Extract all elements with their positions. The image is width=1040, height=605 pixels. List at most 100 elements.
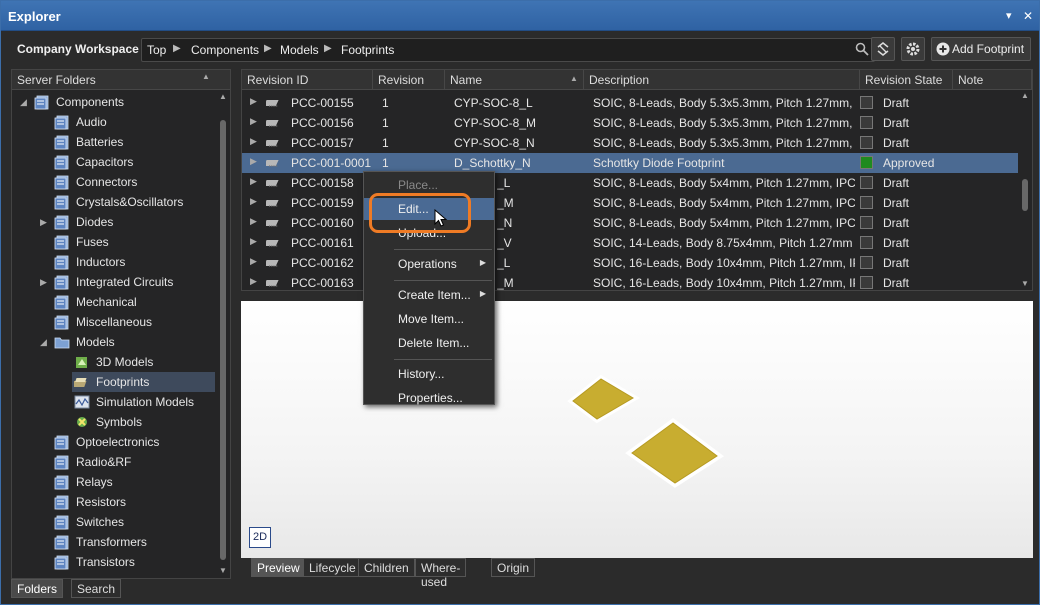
tree-item-mechanical[interactable]: Mechanical	[12, 292, 217, 312]
grid-scrollbar[interactable]: ▲ ▼	[1018, 91, 1032, 290]
collapse-icon[interactable]: ◢	[20, 97, 27, 108]
tab-where-used[interactable]: Where-used	[415, 558, 467, 589]
row-expand-icon[interactable]: ▶	[250, 156, 257, 167]
server-folders-header[interactable]: Server Folders ▲	[12, 70, 230, 90]
cell-revision-id: PCC-00159	[291, 196, 354, 210]
menu-item-operations[interactable]: Operations ▶	[364, 253, 494, 275]
tree-item-3d-models[interactable]: 3D Models	[12, 352, 217, 372]
tab-search[interactable]: Search	[71, 579, 122, 598]
workspace-selector[interactable]: Company Workspace ▼	[17, 42, 150, 56]
tree-item-transistors[interactable]: Transistors	[12, 552, 217, 572]
tree-item-relays[interactable]: Relays	[12, 472, 217, 492]
column-header-description[interactable]: Description	[584, 70, 860, 90]
row-expand-icon[interactable]: ▶	[250, 236, 257, 247]
left-scroll-thumb[interactable]	[220, 120, 226, 560]
grid-scroll-thumb[interactable]	[1022, 179, 1028, 211]
add-footprint-button[interactable]: Add Footprint	[931, 37, 1031, 61]
table-row[interactable]: ▶ PCC-00162 _L SOIC, 16-Leads, Body 10x4mm,…	[242, 253, 1018, 273]
tree-item-components[interactable]: ◢ Components	[12, 92, 217, 112]
menu-item-properties[interactable]: Properties...	[364, 387, 494, 409]
breadcrumb-top[interactable]: Top	[147, 43, 166, 57]
collapse-icon[interactable]: ◢	[40, 337, 47, 348]
tree-item-diodes[interactable]: ▶ Diodes	[12, 212, 217, 232]
row-expand-icon[interactable]: ▶	[250, 176, 257, 187]
tab-origin[interactable]: Origin	[491, 558, 536, 577]
tree-item-inductors[interactable]: Inductors	[12, 252, 217, 272]
cell-revision-id: PCC-00161	[291, 236, 354, 250]
tree-item-crystals-oscillators[interactable]: Crystals&Oscillators	[12, 192, 217, 212]
row-expand-icon[interactable]: ▶	[250, 216, 257, 227]
view-mode-2d-button[interactable]: 2D	[249, 527, 271, 548]
table-row[interactable]: ▶ PCC-00160 _N SOIC, 8-Leads, Body 5x4mm, P…	[242, 213, 1018, 233]
column-header-note[interactable]: Note	[953, 70, 1032, 90]
search-icon[interactable]	[855, 42, 869, 56]
table-row[interactable]: ▶ PCC-00161 _V SOIC, 14-Leads, Body 8.75x4m…	[242, 233, 1018, 253]
tree-item-radio-rf[interactable]: Radio&RF	[12, 452, 217, 472]
row-expand-icon[interactable]: ▶	[250, 136, 257, 147]
breadcrumb-footprints[interactable]: Footprints	[341, 43, 394, 57]
breadcrumb[interactable]: Top ▶ Components ▶ Models ▶ Footprints	[141, 38, 875, 62]
table-row[interactable]: ▶ PCC-00158 _L SOIC, 8-Leads, Body 5x4mm, P…	[242, 173, 1018, 193]
pin-dropdown-icon[interactable]: ▾	[1006, 9, 1012, 23]
table-row[interactable]: ▶ PCC-00156 1 CYP-SOC-8_M SOIC, 8-Leads, Bod…	[242, 113, 1018, 133]
tree-item-symbols[interactable]: Symbols	[12, 412, 217, 432]
expand-icon[interactable]: ▶	[40, 217, 47, 228]
settings-button[interactable]	[901, 37, 925, 61]
tree-item-label: Simulation Models	[96, 395, 195, 409]
menu-item-history[interactable]: History...	[364, 363, 494, 385]
tree-item-miscellaneous[interactable]: Miscellaneous	[12, 312, 217, 332]
scroll-down-icon[interactable]: ▼	[219, 566, 227, 575]
breadcrumb-components[interactable]: Components	[191, 43, 259, 57]
scroll-down-icon[interactable]: ▼	[1021, 279, 1029, 288]
row-expand-icon[interactable]: ▶	[250, 276, 257, 287]
menu-item-create-item[interactable]: Create Item... ▶	[364, 284, 494, 306]
tree-item-simulation-models[interactable]: Simulation Models	[12, 392, 217, 412]
row-expand-icon[interactable]: ▶	[250, 256, 257, 267]
tab-children[interactable]: Children	[358, 558, 415, 577]
column-header-name[interactable]: Name ▲	[445, 70, 584, 90]
cell-revision-id: PCC-00160	[291, 216, 354, 230]
footprint-icon	[266, 200, 279, 207]
tree-item-models[interactable]: ◢ Models	[12, 332, 217, 352]
table-row[interactable]: ▶ PCC-00155 1 CYP-SOC-8_L SOIC, 8-Leads, Bod…	[242, 93, 1018, 113]
column-header-revision-state[interactable]: Revision State	[860, 70, 953, 90]
menu-item-move-item[interactable]: Move Item...	[364, 308, 494, 330]
tab-folders[interactable]: Folders	[11, 579, 64, 598]
footprint-icon	[266, 160, 279, 167]
close-icon[interactable]: ✕	[1023, 9, 1033, 23]
tree-item-audio[interactable]: Audio	[12, 112, 217, 132]
table-row[interactable]: ▶ PCC-00159 _M SOIC, 8-Leads, Body 5x4mm, P…	[242, 193, 1018, 213]
row-expand-icon[interactable]: ▶	[250, 196, 257, 207]
cell-revision-state: Draft	[883, 276, 910, 290]
tree-item-batteries[interactable]: Batteries	[12, 132, 217, 152]
scroll-up-icon[interactable]: ▲	[219, 92, 227, 101]
tree-item-footprints[interactable]: Footprints	[72, 372, 215, 392]
row-expand-icon[interactable]: ▶	[250, 116, 257, 127]
breadcrumb-models[interactable]: Models	[280, 43, 319, 57]
row-expand-icon[interactable]: ▶	[250, 96, 257, 107]
title-bar: Explorer ▾ ✕	[1, 1, 1039, 31]
tree-item-capacitors[interactable]: Capacitors	[12, 152, 217, 172]
menu-item-delete-item[interactable]: Delete Item...	[364, 332, 494, 354]
column-header-revision[interactable]: Revision	[373, 70, 445, 90]
table-row[interactable]: ▶ PCC-00163 _M SOIC, 16-Leads, Body 10x4mm,…	[242, 273, 1018, 293]
tree-item-integrated-circuits[interactable]: ▶ Integrated Circuits	[12, 272, 217, 292]
table-row[interactable]: ▶ PCC-00157 1 CYP-SOC-8_N SOIC, 8-Leads, Bod…	[242, 133, 1018, 153]
tree-item-switches[interactable]: Switches	[12, 512, 217, 532]
state-color-swatch	[860, 236, 873, 249]
table-row[interactable]: ▶ PCC-001-0001 1 D_Schottky_N Schottky Diode…	[242, 153, 1018, 173]
column-header-revision-id[interactable]: Revision ID	[242, 70, 373, 90]
tree-item-transformers[interactable]: Transformers	[12, 532, 217, 552]
refresh-button[interactable]	[871, 37, 895, 61]
expand-icon[interactable]: ▶	[40, 277, 47, 288]
tree-item-fuses[interactable]: Fuses	[12, 232, 217, 252]
tree-item-resistors[interactable]: Resistors	[12, 492, 217, 512]
tab-preview[interactable]: Preview	[251, 558, 306, 577]
scroll-up-icon[interactable]: ▲	[1021, 91, 1029, 100]
tab-lifecycle[interactable]: Lifecycle	[303, 558, 362, 577]
tree-item-connectors[interactable]: Connectors	[12, 172, 217, 192]
left-scrollbar[interactable]: ▲ ▼	[217, 92, 229, 578]
submenu-arrow-icon: ▶	[479, 258, 486, 267]
preview-pane[interactable]: 2D	[241, 301, 1033, 558]
tree-item-optoelectronics[interactable]: Optoelectronics	[12, 432, 217, 452]
